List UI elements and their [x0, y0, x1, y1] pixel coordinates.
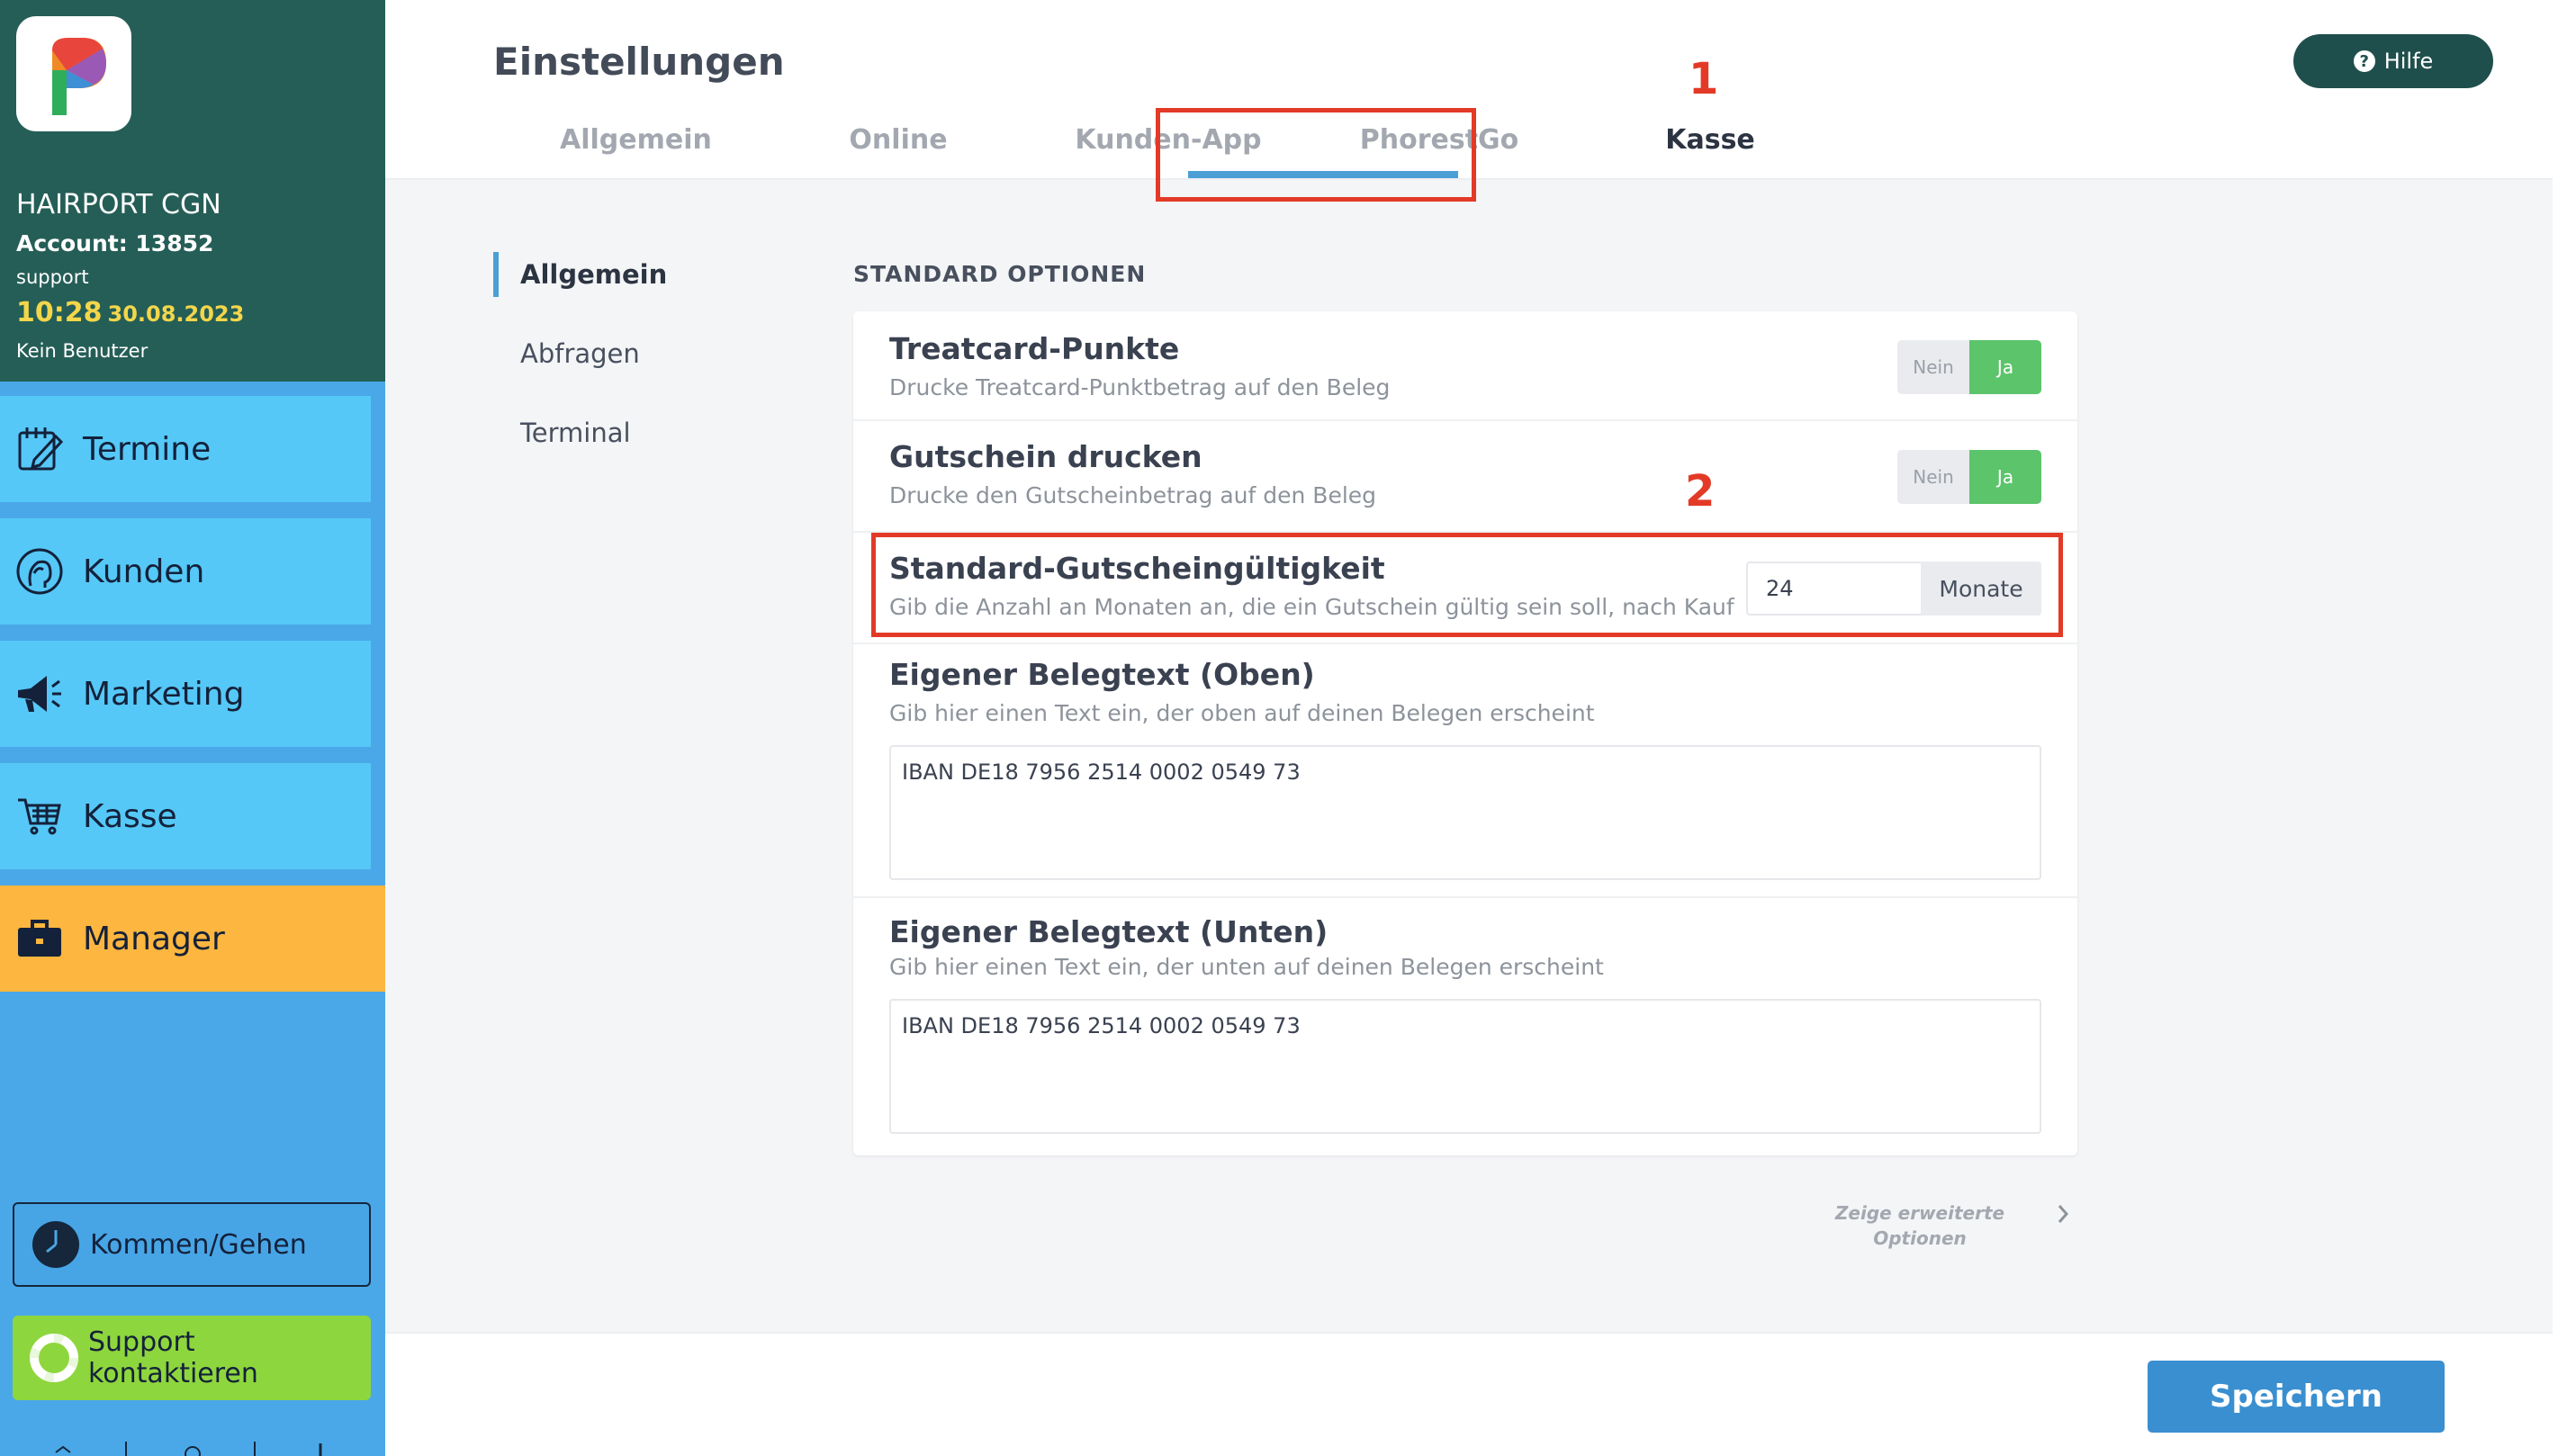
nav-item-kunden[interactable]: Kunden: [0, 518, 371, 625]
nav-label-marketing: Marketing: [83, 675, 245, 713]
toggle-ja[interactable]: Ja: [1969, 340, 2041, 394]
nav-item-marketing[interactable]: Marketing: [0, 641, 371, 747]
current-user: Kein Benutzer: [16, 340, 149, 362]
sidebar: HAIRPORT CGN Account: 13852 support 10:2…: [0, 0, 385, 1456]
subnav-item-allgemein[interactable]: Allgemein: [520, 259, 667, 290]
subnav-item-abfragen[interactable]: Abfragen: [520, 338, 640, 369]
nav-item-manager[interactable]: Manager: [0, 885, 385, 992]
kommen-gehen-label: Kommen/Gehen: [90, 1228, 307, 1261]
nav-label-termine: Termine: [83, 430, 212, 468]
annotation-box-2: [871, 533, 2063, 637]
sidebar-header: HAIRPORT CGN Account: 13852 support 10:2…: [0, 0, 385, 382]
megaphone-icon: [13, 667, 67, 721]
briefcase-icon: [13, 912, 67, 966]
tab-allgemein[interactable]: Allgemein: [560, 124, 712, 156]
option-description: Drucke den Gutscheinbetrag auf den Beleg: [889, 482, 1377, 508]
treatcard-toggle: Nein Ja: [1897, 340, 2041, 394]
annotation-number-2: 2: [1685, 466, 1716, 517]
gutschein-toggle: Nein Ja: [1897, 450, 2041, 504]
clock: 10:28 30.08.2023: [16, 297, 244, 328]
support-button[interactable]: Support kontaktieren: [13, 1316, 371, 1400]
toggle-nein[interactable]: Nein: [1897, 450, 1969, 504]
option-description: Gib hier einen Text ein, der unten auf d…: [889, 954, 1604, 980]
page-title: Einstellungen: [493, 40, 785, 84]
clock-time: 10:28: [16, 297, 103, 328]
user-role: support: [16, 266, 89, 288]
subnav-active-indicator: [493, 252, 499, 297]
option-title: Eigener Belegtext (Unten): [889, 914, 1329, 949]
help-label: Hilfe: [2383, 49, 2434, 74]
salon-name: HAIRPORT CGN: [16, 189, 221, 220]
option-description: Drucke Treatcard-Punktbetrag auf den Bel…: [889, 374, 1391, 400]
option-row-treatcard: Treatcard-Punkte Drucke Treatcard-Punktb…: [853, 311, 2077, 421]
customer-head-icon: [13, 544, 67, 598]
nav-item-termine[interactable]: Termine: [0, 396, 371, 502]
option-row-gutschein: Gutschein drucken Drucke den Gutscheinbe…: [853, 421, 2077, 533]
lifebuoy-icon: [29, 1333, 79, 1383]
account-number: Account: 13852: [16, 230, 214, 256]
question-icon: ?: [2353, 50, 2375, 72]
app-logo: [16, 16, 131, 131]
tab-online[interactable]: Online: [826, 124, 970, 156]
chevron-right-icon[interactable]: [2052, 1200, 2074, 1227]
subnav-item-terminal[interactable]: Terminal: [520, 418, 631, 448]
toggle-ja[interactable]: Ja: [1969, 450, 2041, 504]
window-edge: [2553, 0, 2567, 1456]
support-label: Support kontaktieren: [88, 1326, 258, 1389]
section-heading: STANDARD OPTIONEN: [853, 261, 1147, 287]
shopping-cart-icon: [13, 789, 67, 843]
show-advanced-options-link[interactable]: Zeige erweiterte Optionen: [1800, 1200, 2040, 1251]
receipt-bottom-textarea[interactable]: IBAN DE18 7956 2514 0002 0549 73: [889, 999, 2041, 1134]
save-button[interactable]: Speichern: [2148, 1361, 2445, 1433]
tab-kasse[interactable]: Kasse: [1638, 124, 1782, 156]
nav-item-kasse[interactable]: Kasse: [0, 763, 371, 869]
advanced-options-label-line2: Optionen: [1873, 1227, 1967, 1249]
option-title: Eigener Belegtext (Oben): [889, 657, 1315, 692]
option-title: Treatcard-Punkte: [889, 331, 1180, 366]
annotation-number-1: 1: [1689, 54, 1719, 104]
clock-date: 30.08.2023: [107, 301, 245, 327]
option-title: Gutschein drucken: [889, 439, 1202, 474]
nav-label-manager: Manager: [83, 920, 225, 957]
annotation-box-1: [1156, 108, 1476, 202]
receipt-top-textarea[interactable]: IBAN DE18 7956 2514 0002 0549 73: [889, 745, 2041, 880]
nav-label-kasse: Kasse: [83, 797, 177, 835]
clock-icon: [31, 1219, 81, 1270]
sidebar-bottom-toolbar: [0, 1438, 385, 1456]
advanced-options-label-line1: Zeige erweiterte: [1834, 1202, 2005, 1224]
option-description: Gib hier einen Text ein, der oben auf de…: [889, 700, 1595, 726]
nav-label-kunden: Kunden: [83, 553, 205, 590]
kommen-gehen-button[interactable]: Kommen/Gehen: [13, 1202, 371, 1287]
toggle-nein[interactable]: Nein: [1897, 340, 1969, 394]
help-button[interactable]: ? Hilfe: [2293, 34, 2493, 88]
calendar-edit-icon: [13, 422, 67, 476]
